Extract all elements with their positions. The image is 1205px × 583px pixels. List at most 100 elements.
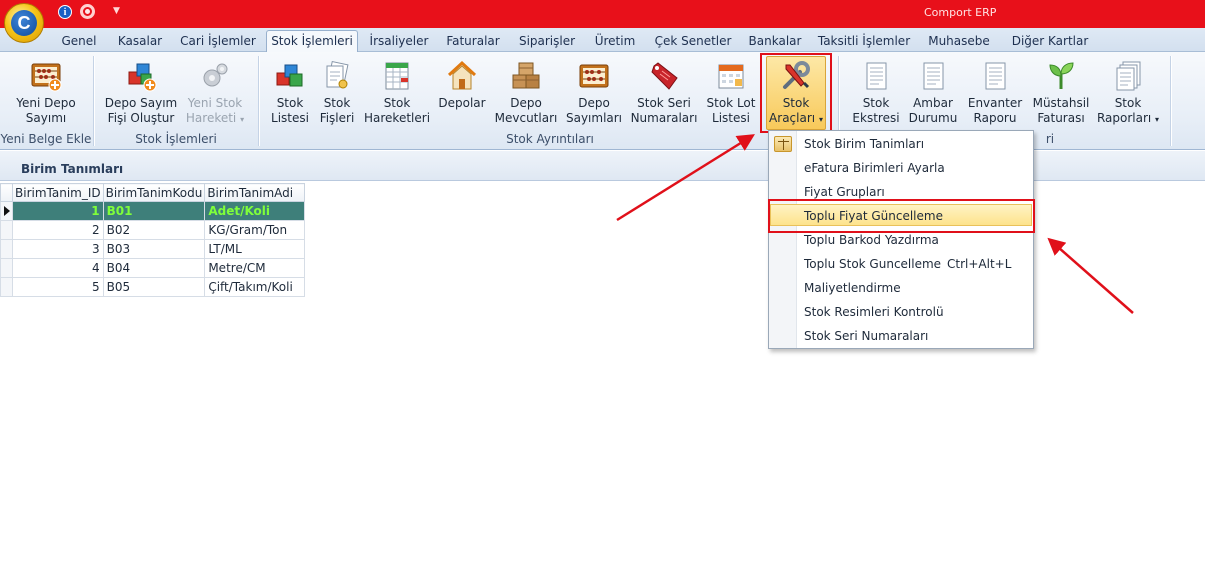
button-label-line2: Hareketi ▾ <box>184 111 246 127</box>
quick-access-dropdown-icon[interactable]: ▼ <box>113 6 120 16</box>
column-header-adi[interactable]: BirimTanimAdi <box>204 183 306 202</box>
tab-uretim[interactable]: Üretim <box>590 32 640 52</box>
stok-lot-listesi-button[interactable]: Stok Lot Listesi <box>704 60 758 126</box>
cell-id[interactable]: 2 <box>12 220 104 240</box>
button-label-line1: Envanter <box>967 96 1023 110</box>
row-indicator[interactable] <box>0 258 13 278</box>
tab-muhasebe[interactable]: Muhasebe <box>922 32 996 52</box>
menu-item-label: Maliyetlendirme <box>804 281 901 295</box>
button-label-line2: Raporu <box>973 111 1017 125</box>
depo-sayimlari-button[interactable]: Depo Sayımları <box>564 60 624 126</box>
dropdown-arrow-icon: ▾ <box>1155 115 1160 124</box>
tab-cari-islemler[interactable]: Cari İşlemler <box>178 32 258 52</box>
button-label-line2: Faturası <box>1037 111 1085 125</box>
stok-ekstresi-button[interactable]: Stok Ekstresi <box>850 60 902 126</box>
column-header-kodu[interactable]: BirimTanimKodu <box>102 183 206 202</box>
yeni-stok-hareketi-button[interactable]: Yeni Stok Hareketi ▾ <box>184 60 246 127</box>
calendar-icon <box>715 60 747 92</box>
plant-icon <box>1045 60 1077 92</box>
row-indicator[interactable] <box>0 239 13 259</box>
tab-siparisler[interactable]: Siparişler <box>514 32 580 52</box>
stok-hareketleri-button[interactable]: Stok Hareketleri <box>364 60 430 126</box>
yeni-depo-sayimi-button[interactable]: Yeni Depo Sayımı <box>14 60 78 126</box>
cell-code[interactable]: B04 <box>102 258 206 278</box>
depo-mevcutlari-button[interactable]: Depo Mevcutları <box>494 60 558 126</box>
menu-item-label: Stok Birim Tanimları <box>804 137 925 151</box>
tab-taksitli-islemler[interactable]: Taksitli İşlemler <box>816 32 912 52</box>
button-label-line1: Stok <box>1114 96 1142 110</box>
envanter-raporu-button[interactable]: Envanter Raporu <box>964 60 1026 126</box>
button-label-line1: Depo <box>510 96 542 110</box>
group-label-raporlar-partial: ri <box>1045 132 1055 146</box>
menu-item-stok-birim-tanimlari[interactable]: Stok Birim Tanimları <box>770 133 1032 155</box>
stok-raporlari-button[interactable]: Stok Raporları ▾ <box>1096 60 1160 127</box>
boxes-icon <box>510 60 542 92</box>
menu-item-stok-resimleri-kontrolu[interactable]: Stok Resimleri Kontrolü <box>770 301 1032 323</box>
tab-cek-senetler[interactable]: Çek Senetler <box>652 32 734 52</box>
window-title: Comport ERP <box>924 6 997 19</box>
tab-faturalar[interactable]: Faturalar <box>442 32 504 52</box>
section-title: Birim Tanımları <box>21 162 124 176</box>
tab-genel[interactable]: Genel <box>56 32 102 52</box>
gears-icon <box>199 60 231 92</box>
tab-diger-kartlar[interactable]: Diğer Kartlar <box>1006 32 1094 52</box>
birim-tanimlari-grid: BirimTanim_ID BirimTanimKodu BirimTanimA… <box>0 183 306 297</box>
table-row[interactable]: 5 B05 Çift/Takım/Koli <box>0 277 306 297</box>
menu-item-maliyetlendirme[interactable]: Maliyetlendirme <box>770 277 1032 299</box>
stok-seri-numaralari-button[interactable]: Stok Seri Numaraları <box>630 60 698 126</box>
row-indicator-header <box>0 183 13 202</box>
row-indicator[interactable] <box>0 277 13 297</box>
tab-stok-islemleri[interactable]: Stok İşlemleri <box>266 30 358 53</box>
title-bar: i ▼ Comport ERP <box>0 0 1205 28</box>
group-label-stok-ayrintilari: Stok Ayrıntıları <box>506 132 594 146</box>
button-label-line1: Depo <box>578 96 610 110</box>
button-label-line1: Stok <box>323 96 351 110</box>
spreadsheet-icon <box>381 60 413 92</box>
cell-name[interactable]: Çift/Takım/Koli <box>204 277 306 297</box>
table-row[interactable]: 2 B02 KG/Gram/Ton <box>0 220 306 240</box>
tab-bankalar[interactable]: Bankalar <box>744 32 806 52</box>
cell-name[interactable]: LT/ML <box>204 239 306 259</box>
mustahsil-faturasi-button[interactable]: Müstahsil Faturası <box>1030 60 1092 126</box>
depolar-button[interactable]: Depolar <box>436 60 488 111</box>
table-row[interactable]: 1 B01 Adet/Koli <box>0 201 306 221</box>
cell-code[interactable]: B02 <box>102 220 206 240</box>
button-label-line1: Yeni Depo <box>16 96 76 110</box>
cell-name[interactable]: Adet/Koli <box>204 201 306 221</box>
menu-item-stok-seri-numaralari[interactable]: Stok Seri Numaraları <box>770 325 1032 347</box>
column-header-id[interactable]: BirimTanim_ID <box>12 183 104 202</box>
cell-code[interactable]: B03 <box>102 239 206 259</box>
button-label-line2: Raporları ▾ <box>1096 111 1160 127</box>
table-row[interactable]: 4 B04 Metre/CM <box>0 258 306 278</box>
row-indicator[interactable] <box>0 201 13 221</box>
menu-item-efatura-birimleri[interactable]: eFatura Birimleri Ayarla <box>770 157 1032 179</box>
row-indicator[interactable] <box>0 220 13 240</box>
table-row[interactable]: 3 B03 LT/ML <box>0 239 306 259</box>
scale-icon <box>774 136 792 152</box>
cell-id[interactable]: 3 <box>12 239 104 259</box>
cell-name[interactable]: KG/Gram/Ton <box>204 220 306 240</box>
depo-sayim-fisi-olustur-button[interactable]: Depo Sayım Fişi Oluştur <box>104 60 178 126</box>
stok-araclari-menu: Stok Birim Tanimları eFatura Birimleri A… <box>768 130 1034 349</box>
annotation-box-stok-araclari <box>760 53 832 133</box>
cell-code[interactable]: B05 <box>102 277 206 297</box>
stok-fisleri-button[interactable]: Stok Fişleri <box>316 60 358 126</box>
tab-irsaliyeler[interactable]: İrsaliyeler <box>366 32 432 52</box>
button-label-line2: Ekstresi <box>852 111 900 125</box>
ambar-durumu-button[interactable]: Ambar Durumu <box>906 60 960 126</box>
cell-id[interactable]: 1 <box>12 201 104 221</box>
cell-code[interactable]: B01 <box>102 201 206 221</box>
cubes-icon <box>274 60 306 92</box>
menu-item-label: Stok Seri Numaraları <box>804 329 929 343</box>
cell-id[interactable]: 5 <box>12 277 104 297</box>
button-label-line2: Sayımı <box>25 111 67 125</box>
cell-id[interactable]: 4 <box>12 258 104 278</box>
button-label-line1: Müstahsil <box>1032 96 1090 110</box>
stok-listesi-button[interactable]: Stok Listesi <box>268 60 312 126</box>
menu-item-toplu-stok-guncelleme[interactable]: Toplu Stok Guncelleme Ctrl+Alt+L <box>770 253 1032 275</box>
app-menu-button[interactable]: C <box>4 3 44 43</box>
cell-name[interactable]: Metre/CM <box>204 258 306 278</box>
info-icon[interactable]: i <box>58 5 72 19</box>
tab-kasalar[interactable]: Kasalar <box>112 32 168 52</box>
help-lifebuoy-icon[interactable] <box>80 4 95 19</box>
